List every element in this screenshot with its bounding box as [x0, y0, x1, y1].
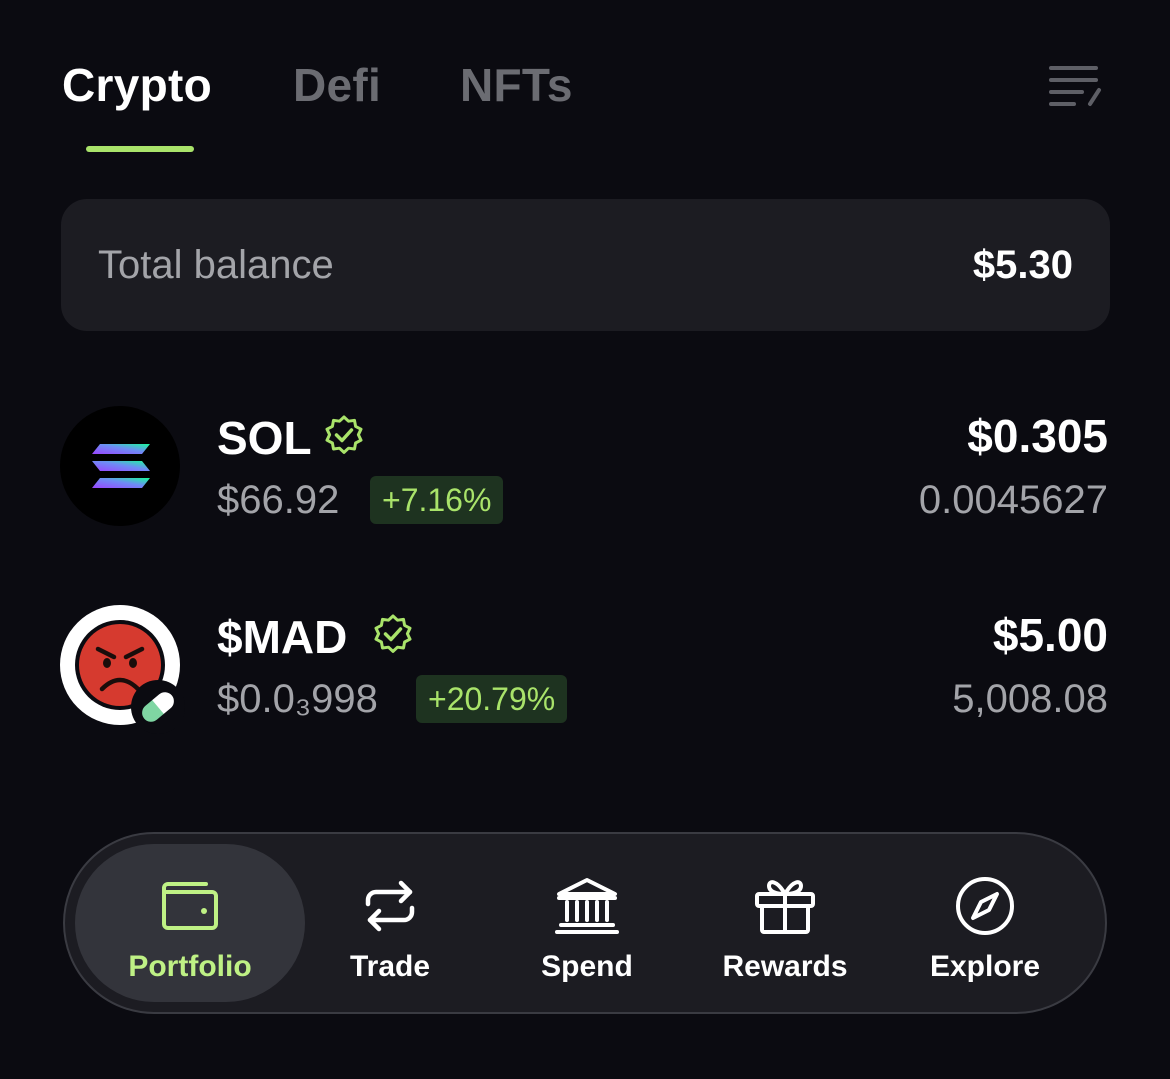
tab-defi[interactable]: Defi: [293, 58, 381, 112]
verified-badge-icon: [374, 614, 412, 653]
token-price-mad: $0.0₃998: [217, 677, 378, 721]
nav-label-rewards: Rewards: [722, 950, 848, 983]
total-balance-card: Total balance $5.30: [61, 199, 1110, 331]
nav-rewards[interactable]: Rewards: [685, 844, 885, 1002]
token-name-mad: $MAD: [217, 611, 348, 663]
nav-explore[interactable]: Explore: [885, 844, 1085, 1002]
token-name-sol: SOL: [217, 412, 312, 464]
active-tab-indicator: [86, 146, 194, 152]
token-amount-mad: 5,008.08: [952, 677, 1108, 721]
total-balance-value: $5.30: [972, 243, 1073, 287]
token-value-sol: $0.305: [967, 410, 1108, 462]
nav-portfolio[interactable]: Portfolio: [75, 844, 305, 1002]
token-row-mad[interactable]: $MAD $0.0₃998 +20.79% $5.00 5,008.08: [60, 604, 1110, 734]
wallet-icon: [162, 882, 218, 930]
tab-nfts[interactable]: NFTs: [460, 58, 573, 112]
compass-icon: [956, 877, 1014, 935]
gift-icon: [755, 880, 815, 934]
filter-button[interactable]: [1046, 60, 1104, 110]
solana-logo-icon: [60, 406, 180, 526]
token-row-sol[interactable]: SOL $66.92 +7.16% $0.305 0.0045627: [60, 405, 1110, 529]
token-amount-sol: 0.0045627: [918, 478, 1108, 522]
total-balance-label: Total balance: [98, 243, 334, 287]
token-value-mad: $5.00: [992, 609, 1108, 661]
nav-label-portfolio: Portfolio: [128, 950, 252, 983]
price-change-badge-mad: +20.79%: [416, 675, 568, 723]
nav-label-trade: Trade: [349, 950, 431, 983]
filter-list-icon: [1049, 66, 1101, 106]
nav-label-explore: Explore: [929, 950, 1041, 983]
bottom-navigation: Portfolio Trade Spend Rewards Explore: [63, 832, 1107, 1014]
nav-label-spend: Spend: [541, 950, 633, 983]
bank-icon: [555, 878, 619, 934]
portfolio-tabs: Crypto Defi NFTs: [0, 0, 1170, 160]
tab-crypto[interactable]: Crypto: [62, 58, 212, 112]
angry-face-logo-icon: [60, 605, 185, 734]
nav-trade[interactable]: Trade: [290, 844, 490, 1002]
verified-badge-icon: [325, 415, 363, 454]
price-change-badge-sol: +7.16%: [370, 476, 504, 524]
token-price-sol: $66.92: [217, 478, 340, 522]
nav-spend[interactable]: Spend: [487, 844, 687, 1002]
swap-arrows-icon: [365, 880, 415, 932]
